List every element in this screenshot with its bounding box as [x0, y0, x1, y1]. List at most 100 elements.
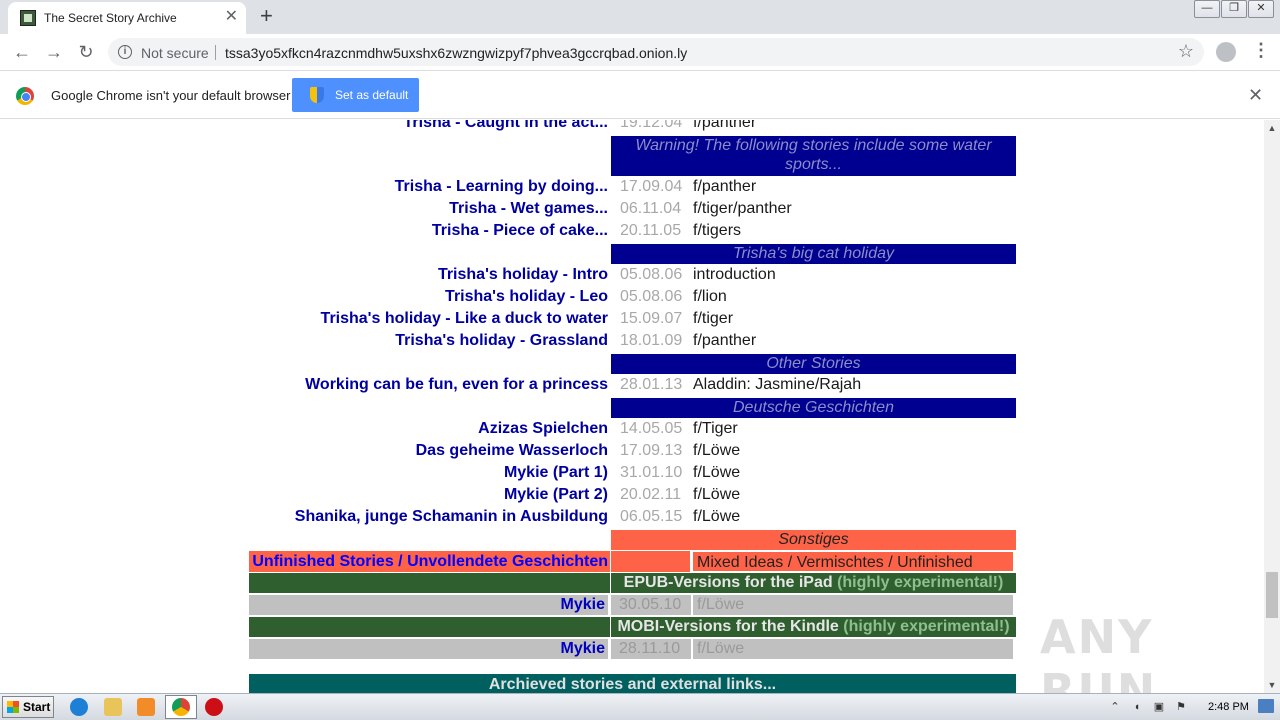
default-browser-infobar: Google Chrome isn't your default browser…	[0, 72, 1280, 119]
story-date: 28.01.13	[620, 376, 683, 393]
story-category: f/lion	[693, 288, 727, 305]
file-explorer-icon[interactable]	[104, 698, 122, 716]
omnibox-divider	[215, 45, 216, 60]
story-row: Das geheime Wasserloch 17.09.13 f/Löwe	[0, 442, 1264, 462]
holiday-header: Trisha's big cat holiday	[611, 244, 1016, 264]
tab-title: The Secret Story Archive	[44, 11, 177, 25]
story-date: 20.11.05	[620, 222, 682, 239]
clock[interactable]: 2:48 PM	[1208, 701, 1249, 713]
window-controls: — ❐ ✕	[1193, 0, 1274, 18]
show-desktop-icon[interactable]	[1258, 699, 1274, 713]
story-link[interactable]: Trisha's holiday - Intro	[438, 266, 608, 284]
mixed-ideas-label: Mixed Ideas / Vermischtes / Unfinished	[692, 551, 1014, 572]
page-scrollbar[interactable]: ▲ ▼	[1264, 120, 1280, 693]
unfinished-spacer	[611, 551, 690, 572]
mobi-label: MOBI-Versions for the Kindle	[617, 618, 839, 635]
story-category: f/panther	[693, 332, 757, 349]
story-link[interactable]: Das geheime Wasserloch	[416, 442, 608, 460]
bookmark-star-icon[interactable]: ☆	[1178, 41, 1194, 62]
address-bar[interactable]: i Not secure tssa3yo5xfkcn4razcnmdhw5uxs…	[108, 38, 1204, 66]
story-link[interactable]: Azizas Spielchen	[478, 420, 608, 438]
story-link[interactable]: Trisha's holiday - Grassland	[395, 332, 608, 350]
internet-explorer-icon[interactable]	[70, 698, 88, 716]
story-row: Azizas Spielchen 14.05.05 f/Tiger	[0, 420, 1264, 440]
story-date: 19.12.04	[620, 120, 683, 131]
tab-close-icon[interactable]: ✕	[225, 8, 238, 26]
mobi-header-spacer	[249, 617, 610, 637]
restore-button[interactable]: ❐	[1221, 0, 1247, 18]
story-category: f/tigers	[693, 222, 742, 239]
epub-note: (highly experimental!)	[837, 574, 1004, 591]
reload-button[interactable]: ↻	[74, 40, 98, 64]
story-link[interactable]: Trisha - Piece of cake...	[432, 222, 608, 240]
start-button[interactable]: Start	[2, 696, 54, 718]
story-date: 06.11.04	[620, 200, 682, 217]
epub-header: EPUB-Versions for the iPad (highly exper…	[611, 573, 1016, 593]
story-link[interactable]: Trisha - Caught in the act...	[404, 120, 608, 132]
chrome-logo-icon	[16, 87, 34, 105]
story-link[interactable]: Trisha - Wet games...	[449, 200, 608, 218]
new-tab-button[interactable]: +	[260, 4, 273, 28]
unfinished-stories-link[interactable]: Unfinished Stories / Unvollendete Geschi…	[249, 551, 610, 572]
epub-label: EPUB-Versions for the iPad	[623, 574, 833, 591]
story-category: f/panther	[693, 120, 757, 131]
network-icon[interactable]: ▣	[1152, 700, 1166, 714]
story-link[interactable]: Mykie (Part 2)	[504, 486, 608, 504]
archived-stories-link[interactable]: Archieved stories and external links...	[249, 674, 1016, 693]
mobi-row: Mykie 28.11.10 f/Löwe	[249, 639, 1016, 659]
close-window-button[interactable]: ✕	[1248, 0, 1274, 18]
url-text[interactable]: tssa3yo5xfkcn4razcnmdhw5uxshx6zwzngwizpy…	[225, 45, 687, 61]
flag-icon[interactable]: ⚑	[1174, 700, 1188, 714]
story-category: introduction	[693, 266, 776, 283]
story-row: Trisha - Piece of cake... 20.11.05 f/tig…	[0, 222, 1264, 242]
set-as-default-button[interactable]: Set as default	[292, 78, 419, 112]
epub-date: 30.05.10	[611, 595, 691, 615]
story-date: 31.01.10	[620, 464, 683, 481]
not-secure-label[interactable]: Not secure	[141, 45, 209, 61]
story-link[interactable]: Trisha's holiday - Like a duck to water	[321, 310, 608, 328]
story-link[interactable]: Working can be fun, even for a princess	[305, 376, 608, 394]
story-row: Mykie (Part 2) 20.02.11 f/Löwe	[0, 486, 1264, 506]
scroll-up-icon[interactable]: ▲	[1264, 120, 1280, 136]
forward-button[interactable]: →	[42, 40, 66, 64]
story-row: Trisha's holiday - Grassland 18.01.09 f/…	[0, 332, 1264, 352]
story-date: 20.02.11	[620, 486, 682, 503]
story-link[interactable]: Trisha - Learning by doing...	[395, 178, 608, 196]
mobi-mykie-link[interactable]: Mykie	[249, 639, 608, 659]
epub-row: Mykie 30.05.10 f/Löwe	[249, 595, 1016, 615]
story-row: Trisha's holiday - Like a duck to water …	[0, 310, 1264, 330]
media-player-icon[interactable]	[137, 698, 155, 716]
mobi-category: f/Löwe	[693, 639, 1013, 659]
epub-mykie-link[interactable]: Mykie	[249, 595, 608, 615]
story-row: Trisha's holiday - Intro 05.08.06 introd…	[0, 266, 1264, 286]
story-category: f/Tiger	[693, 420, 738, 437]
browser-menu-icon[interactable]: ⋮	[1252, 40, 1270, 61]
set-as-default-label: Set as default	[335, 88, 409, 102]
story-link[interactable]: Trisha's holiday - Leo	[445, 288, 608, 306]
profile-avatar[interactable]	[1216, 42, 1236, 62]
mobi-header-row: MOBI-Versions for the Kindle (highly exp…	[249, 617, 1016, 637]
back-button[interactable]: ←	[10, 40, 34, 64]
browser-tab[interactable]: The Secret Story Archive ✕	[8, 2, 246, 34]
story-category: f/Löwe	[693, 486, 741, 503]
mobi-date: 28.11.10	[611, 639, 691, 659]
minimize-button[interactable]: —	[1194, 0, 1220, 18]
story-date: 05.08.06	[620, 288, 683, 305]
story-date: 06.05.15	[620, 508, 683, 525]
story-link[interactable]: Shanika, junge Schamanin in Ausbildung	[295, 508, 608, 526]
opera-icon[interactable]	[205, 698, 223, 716]
volume-icon[interactable]: ◖	[1130, 700, 1144, 714]
tray-expand-icon[interactable]: ⌃	[1108, 700, 1122, 714]
mobi-header: MOBI-Versions for the Kindle (highly exp…	[611, 617, 1016, 637]
story-date: 18.01.09	[620, 332, 683, 349]
infobar-close-icon[interactable]: ✕	[1248, 85, 1263, 106]
story-date: 05.08.06	[620, 266, 683, 283]
story-category: f/panther	[693, 178, 757, 195]
info-icon[interactable]: i	[118, 45, 132, 59]
story-link[interactable]: Mykie (Part 1)	[504, 464, 608, 482]
story-category: f/Löwe	[693, 442, 741, 459]
story-date: 15.09.07	[620, 310, 683, 327]
windows-taskbar: Start ⌃ ◖ ▣ ⚑ 2:48 PM	[0, 693, 1280, 720]
story-category: f/Löwe	[693, 464, 741, 481]
chrome-taskbar-button[interactable]	[165, 695, 197, 719]
